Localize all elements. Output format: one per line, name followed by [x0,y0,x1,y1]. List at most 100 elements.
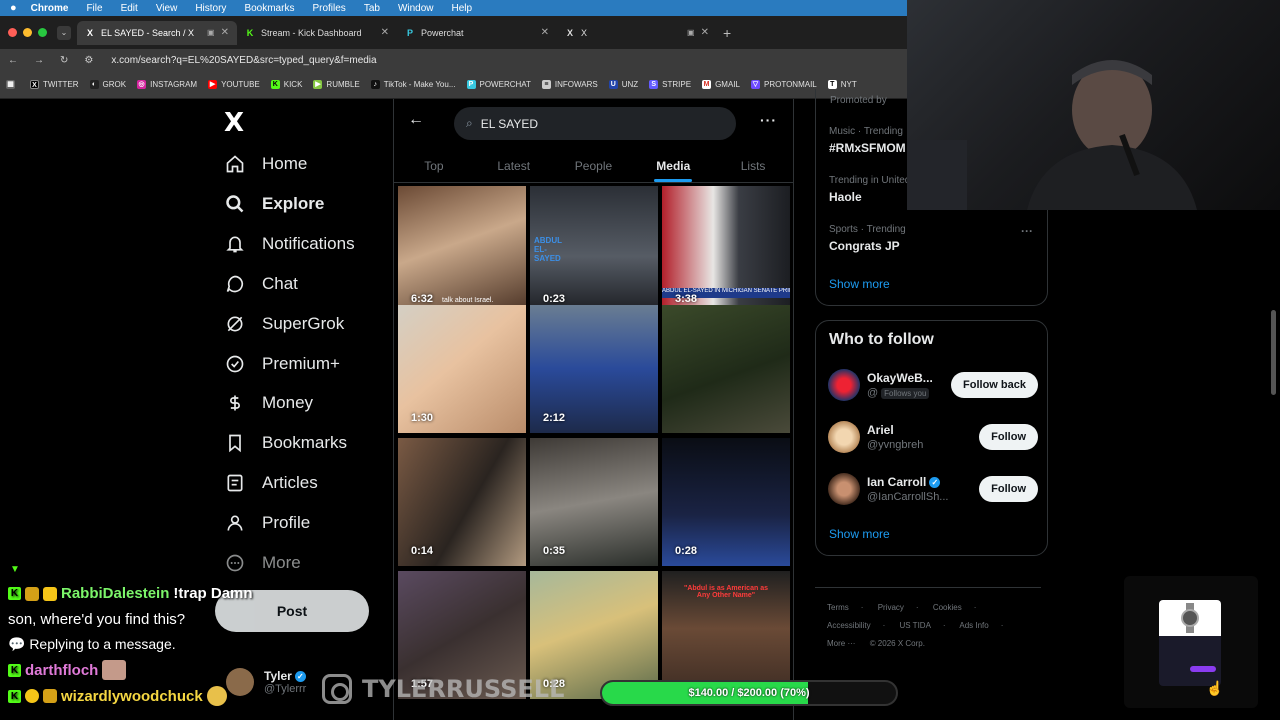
reload-icon[interactable]: ↻ [60,55,68,66]
nav-articles[interactable]: Articles [224,472,318,494]
chat-username: wizardlywoodchuck [61,687,203,705]
x-logo-icon[interactable]: X [224,108,244,138]
bookmark-grok[interactable]: ◐ GROK [89,80,126,89]
nav-notifications[interactable]: Notifications [224,233,355,255]
page-scrollbar[interactable] [1271,310,1276,395]
bookmark-rumble[interactable]: ▶ RUMBLE [313,80,360,89]
tab-top[interactable]: Top [394,149,474,182]
tab-kick-dashboard[interactable]: K Stream - Kick Dashboard ✕ [237,21,397,45]
promo-card [1159,600,1221,686]
trends-show-more[interactable]: Show more [829,277,890,291]
media-tile[interactable]: 1:30 [398,305,526,433]
media-tile[interactable] [662,305,790,433]
nav-chat[interactable]: Chat [224,273,298,295]
follow-back-button[interactable]: Follow back [951,372,1038,398]
home-icon [224,153,246,175]
menu-tab[interactable]: Tab [364,3,380,14]
media-tile[interactable]: 0:28 [662,438,790,566]
tab-close-icon[interactable]: ✕ [381,27,389,38]
search-input[interactable]: ⌕ EL SAYED [454,107,736,140]
site-settings-icon[interactable]: ⚙ [84,55,93,66]
account-switcher[interactable]: Tyler ✓ @Tylerrr [226,668,306,696]
nav-money[interactable]: Money [224,392,313,414]
nav-home[interactable]: Home [224,153,307,175]
cursor-hand-icon: ☝ [1206,680,1224,696]
media-tile[interactable]: 0:35 [530,438,658,566]
nav-supergrok[interactable]: SuperGrok [224,313,344,335]
trend-item[interactable]: Sports · Trending Congrats JP [829,224,906,253]
follow-button[interactable]: Follow [979,476,1038,502]
apple-icon[interactable]: ● [10,2,17,14]
media-tile[interactable]: 2:12 [530,305,658,433]
follow-suggestion[interactable]: Ian Carroll ✓ @IanCarrollSh... Follow [828,471,1038,507]
tab-search-icon[interactable]: ⌄ [57,25,71,40]
emote-icon [102,660,127,680]
maximize-window-icon[interactable] [38,28,47,37]
bookmark-kick[interactable]: K KICK [270,80,302,89]
new-tab-button[interactable]: + [723,25,731,41]
menu-window[interactable]: Window [398,3,434,14]
bookmark-icon [224,432,246,454]
forward-arrow-icon[interactable]: → [34,55,44,66]
bookmark-nyt[interactable]: T NYT [827,80,857,89]
follow-button[interactable]: Follow [979,424,1038,450]
nav-more[interactable]: More [224,552,301,574]
trend-item[interactable]: Music · Trending #RMxSFMOM [829,126,906,155]
menu-view[interactable]: View [156,3,178,14]
video-duration: 0:14 [411,545,434,557]
menu-history[interactable]: History [195,3,226,14]
tab-people[interactable]: People [554,149,634,182]
bookmark-powerchat[interactable]: P POWERCHAT [466,80,531,89]
tab-latest[interactable]: Latest [474,149,554,182]
menu-file[interactable]: File [86,3,102,14]
media-playing-icon[interactable]: ▣ [207,28,215,37]
menu-profiles[interactable]: Profiles [312,3,345,14]
media-playing-icon[interactable]: ▣ [687,28,695,37]
nav-profile[interactable]: Profile [224,512,310,534]
bookmark-instagram[interactable]: ◎ INSTAGRAM [137,80,197,89]
nav-premium[interactable]: Premium+ [224,353,340,375]
premium-icon [224,353,246,375]
follow-suggestion[interactable]: OkayWeB... @ Follows you Follow back [828,367,1038,403]
menu-edit[interactable]: Edit [121,3,138,14]
bookmark-youtube[interactable]: ▶ YOUTUBE [208,80,260,89]
tab-powerchat[interactable]: P Powerchat ✕ [397,21,557,45]
nav-bookmarks[interactable]: Bookmarks [224,432,347,454]
minimize-window-icon[interactable] [23,28,32,37]
back-arrow-icon[interactable]: ← [408,111,424,129]
nav-explore[interactable]: Explore [224,193,324,215]
trend-more-icon[interactable]: ··· [1021,224,1033,238]
tab-media[interactable]: Media [633,149,713,182]
tab-close-icon[interactable]: ✕ [221,27,229,38]
x-favicon-icon: X [86,27,93,38]
menu-bookmarks[interactable]: Bookmarks [244,3,294,14]
tab-el-sayed[interactable]: X EL SAYED - Search / X ▣ ✕ [77,20,237,45]
media-tile[interactable]: ABDUL EL-SAYED IN MICHIGAN SENATE PRIMAR… [662,186,790,314]
more-options-icon[interactable]: ··· [760,112,777,128]
bookmark-stripe[interactable]: S STRIPE [649,80,691,89]
who-to-follow-title: Who to follow [829,331,934,348]
crown-icon [43,586,57,601]
media-tile[interactable]: 0:14 [398,438,526,566]
tab-close-icon[interactable]: ✕ [541,27,549,38]
menu-app-name[interactable]: Chrome [31,3,69,14]
follow-suggestion[interactable]: Ariel @yvngbreh Follow [828,419,1038,455]
bookmark-tiktok[interactable]: ♪ TikTok - Make You... [370,80,456,89]
menu-help[interactable]: Help [452,3,473,14]
bookmark-twitter[interactable]: X TWITTER [30,80,79,89]
bookmark-unz[interactable]: U UNZ [608,80,638,89]
media-tile[interactable]: ABDUL EL-SAYED 0:23 [530,186,658,314]
tab-lists[interactable]: Lists [713,149,793,182]
who-to-follow-show-more[interactable]: Show more [829,527,890,541]
tab-close-icon[interactable]: ✕ [701,27,709,38]
bookmark-infowars[interactable]: ≡ INFOWARS [541,80,598,89]
media-tile[interactable]: talk about Israel. 6:32 [398,186,526,314]
close-window-icon[interactable] [8,28,17,37]
avatar [828,369,860,401]
bookmark-protonmail[interactable]: ▽ PROTONMAIL [750,80,817,89]
bookmark-gmail[interactable]: M GMAIL [702,80,740,89]
tab-x[interactable]: X X ▣ ✕ [557,21,717,45]
bookmarks-grid-icon[interactable]: ▦ [6,80,19,89]
back-arrow-icon[interactable]: ← [8,55,18,66]
address-input[interactable]: x.com/search?q=EL%20SAYED&src=typed_quer… [111,55,376,66]
